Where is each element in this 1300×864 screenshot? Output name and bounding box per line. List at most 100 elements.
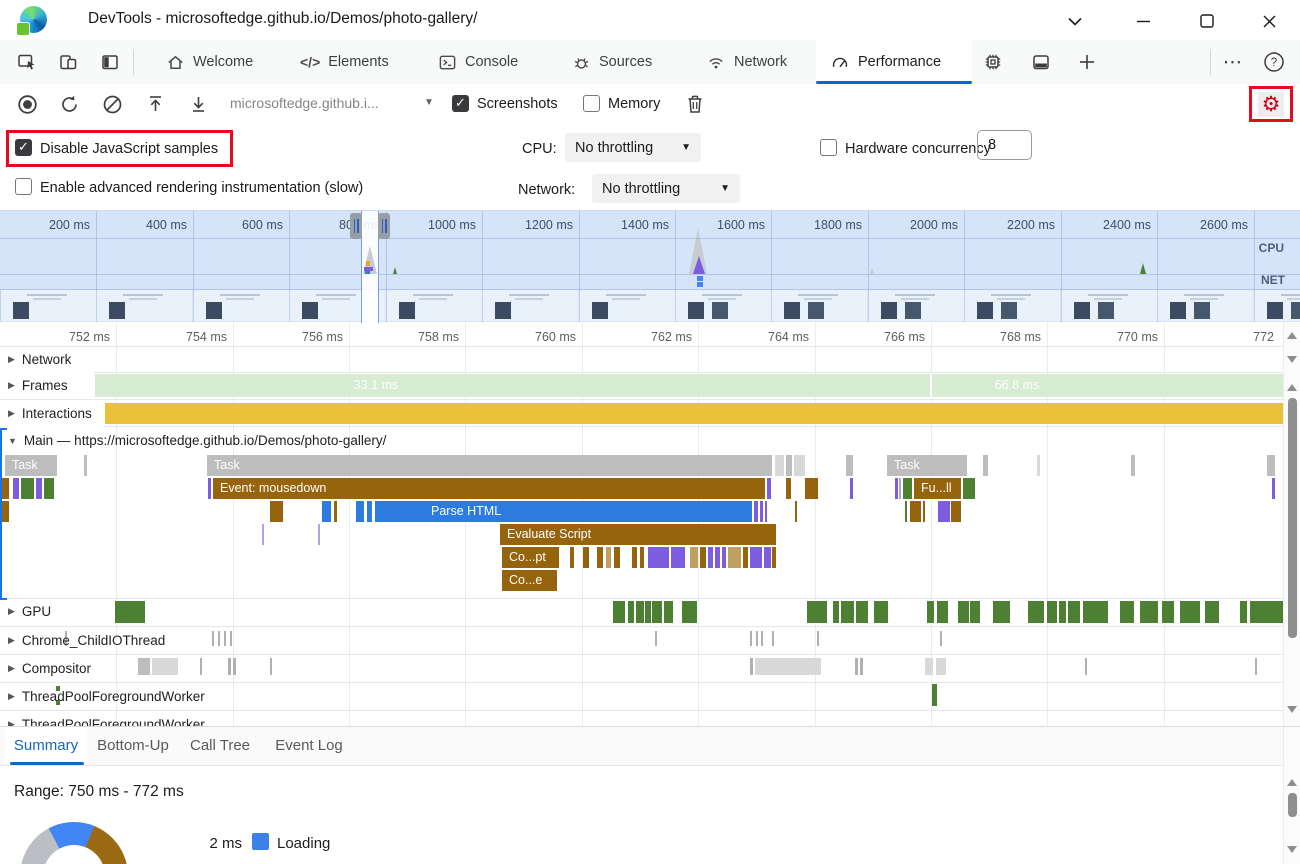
flame-bar[interactable] [1059,601,1066,623]
flame-bar[interactable] [855,658,858,675]
flame-bar[interactable] [230,631,232,646]
filmstrip-screenshot[interactable] [1157,290,1253,321]
flame-chart[interactable]: 752 ms754 ms756 ms758 ms760 ms762 ms764 … [0,322,1283,726]
scroll-down-icon[interactable] [1287,356,1297,363]
tab-call-tree[interactable]: Call Tree [185,727,255,764]
minimize-button[interactable] [1132,10,1154,32]
flame-bar-parse-html[interactable]: Parse HTML [375,501,752,522]
flame-bar[interactable] [1255,658,1257,675]
clear-button[interactable] [101,93,123,115]
filmstrip-screenshot[interactable] [96,290,192,321]
frames-band[interactable] [95,374,1283,397]
tab-welcome[interactable]: Welcome [152,40,267,84]
flame-bar[interactable] [1120,601,1134,623]
flame-bar[interactable] [648,547,669,568]
flame-bar[interactable] [850,478,853,499]
flame-bar[interactable] [794,455,805,476]
flame-bar[interactable] [1272,478,1275,499]
hardware-concurrency-checkbox[interactable] [820,139,837,156]
collapse-triangle-icon[interactable]: ▶ [8,663,15,674]
dock-panel-icon[interactable] [1030,51,1052,73]
flame-bar[interactable] [923,501,925,522]
filmstrip-screenshot[interactable] [0,290,96,321]
flame-bar[interactable] [772,547,776,568]
record-button[interactable] [16,93,38,115]
flame-bar[interactable] [200,658,202,675]
flame-bar[interactable] [951,501,961,522]
flame-bar[interactable] [606,547,611,568]
cpu-chip-icon[interactable] [982,51,1004,73]
flame-bar[interactable] [583,547,589,568]
flame-bar[interactable] [1267,455,1275,476]
flame-bar[interactable] [152,658,178,675]
flame-bar[interactable] [927,601,934,623]
flame-bar[interactable] [1037,455,1040,476]
tab-sources[interactable]: Sources [558,40,666,84]
flame-bar[interactable] [754,501,758,522]
track-worker-2[interactable]: ▶ThreadPoolForegroundWorker [0,711,205,726]
flame-bar[interactable] [932,684,937,706]
flame-bar-event-mousedown[interactable]: Event: mousedown [213,478,765,499]
flame-bar[interactable] [1162,601,1174,623]
reload-record-button[interactable] [58,93,80,115]
scrollbar-thumb[interactable] [1288,398,1297,638]
summary-scrollbar[interactable] [1283,727,1300,864]
scroll-up-icon[interactable] [1287,332,1297,339]
flame-bar[interactable] [903,478,912,499]
save-profile-icon[interactable] [187,93,209,115]
flame-bar[interactable] [841,601,854,623]
flame-bar[interactable] [632,547,637,568]
flame-bar[interactable] [1083,601,1108,623]
flame-bar[interactable] [786,478,791,499]
flame-bar[interactable] [765,501,767,522]
flame-bar[interactable] [1068,601,1080,623]
flame-bar[interactable] [613,601,625,623]
filmstrip-screenshot[interactable] [193,290,289,321]
flame-bar-fu-ll[interactable]: Fu...ll [914,478,961,499]
flame-bar[interactable] [772,631,774,646]
flame-bar[interactable] [760,501,763,522]
tab-elements[interactable]: </> Elements [286,40,403,84]
flame-bar[interactable] [728,547,741,568]
inspect-element-icon[interactable] [16,51,38,73]
page-history-select[interactable]: microsoftedge.github.i... [230,95,379,111]
more-tabs-icon[interactable] [1076,51,1098,73]
flame-bar[interactable] [970,601,980,623]
track-worker-1[interactable]: ▶ThreadPoolForegroundWorker [0,683,205,710]
flame-bar[interactable] [690,547,698,568]
scrollbar-thumb[interactable] [1288,793,1297,817]
flame-bar[interactable] [1240,601,1247,623]
advanced-rendering-checkbox[interactable] [15,178,32,195]
flame-bar[interactable] [807,601,827,623]
collapse-triangle-icon[interactable]: ▶ [8,380,15,391]
flame-bar-co-pt[interactable]: Co...pt [502,547,559,568]
flame-bar[interactable] [367,501,372,522]
flame-bar[interactable] [21,478,34,499]
flame-bar[interactable] [318,524,320,545]
flame-bar[interactable] [233,658,236,675]
track-network[interactable]: ▶Network [0,346,71,373]
tab-event-log[interactable]: Event Log [270,727,348,764]
tab-console[interactable]: Console [424,40,532,84]
flame-bar[interactable] [750,631,752,646]
flame-bar[interactable] [750,658,753,675]
flame-bar[interactable] [899,478,901,499]
flame-bar[interactable] [664,601,673,623]
flame-bar[interactable] [628,601,634,623]
filmstrip-screenshot[interactable] [868,290,964,321]
flame-bar[interactable] [938,501,950,522]
flame-bar[interactable] [767,478,771,499]
interactions-band[interactable] [105,403,1283,424]
flame-bar[interactable] [715,547,720,568]
flame-bar-evaluate-script[interactable]: Evaluate Script [500,524,776,545]
close-button[interactable] [1258,10,1280,32]
flame-bar[interactable] [764,547,771,568]
flame-bar[interactable] [270,658,272,675]
flame-bar[interactable] [270,501,283,522]
tab-summary[interactable]: Summary [5,727,87,764]
flame-bar-task[interactable]: Task [887,455,967,476]
flame-bar[interactable] [138,658,150,675]
flame-bar[interactable] [13,478,19,499]
filmstrip-screenshot[interactable] [482,290,578,321]
flame-bar[interactable] [1180,601,1200,623]
